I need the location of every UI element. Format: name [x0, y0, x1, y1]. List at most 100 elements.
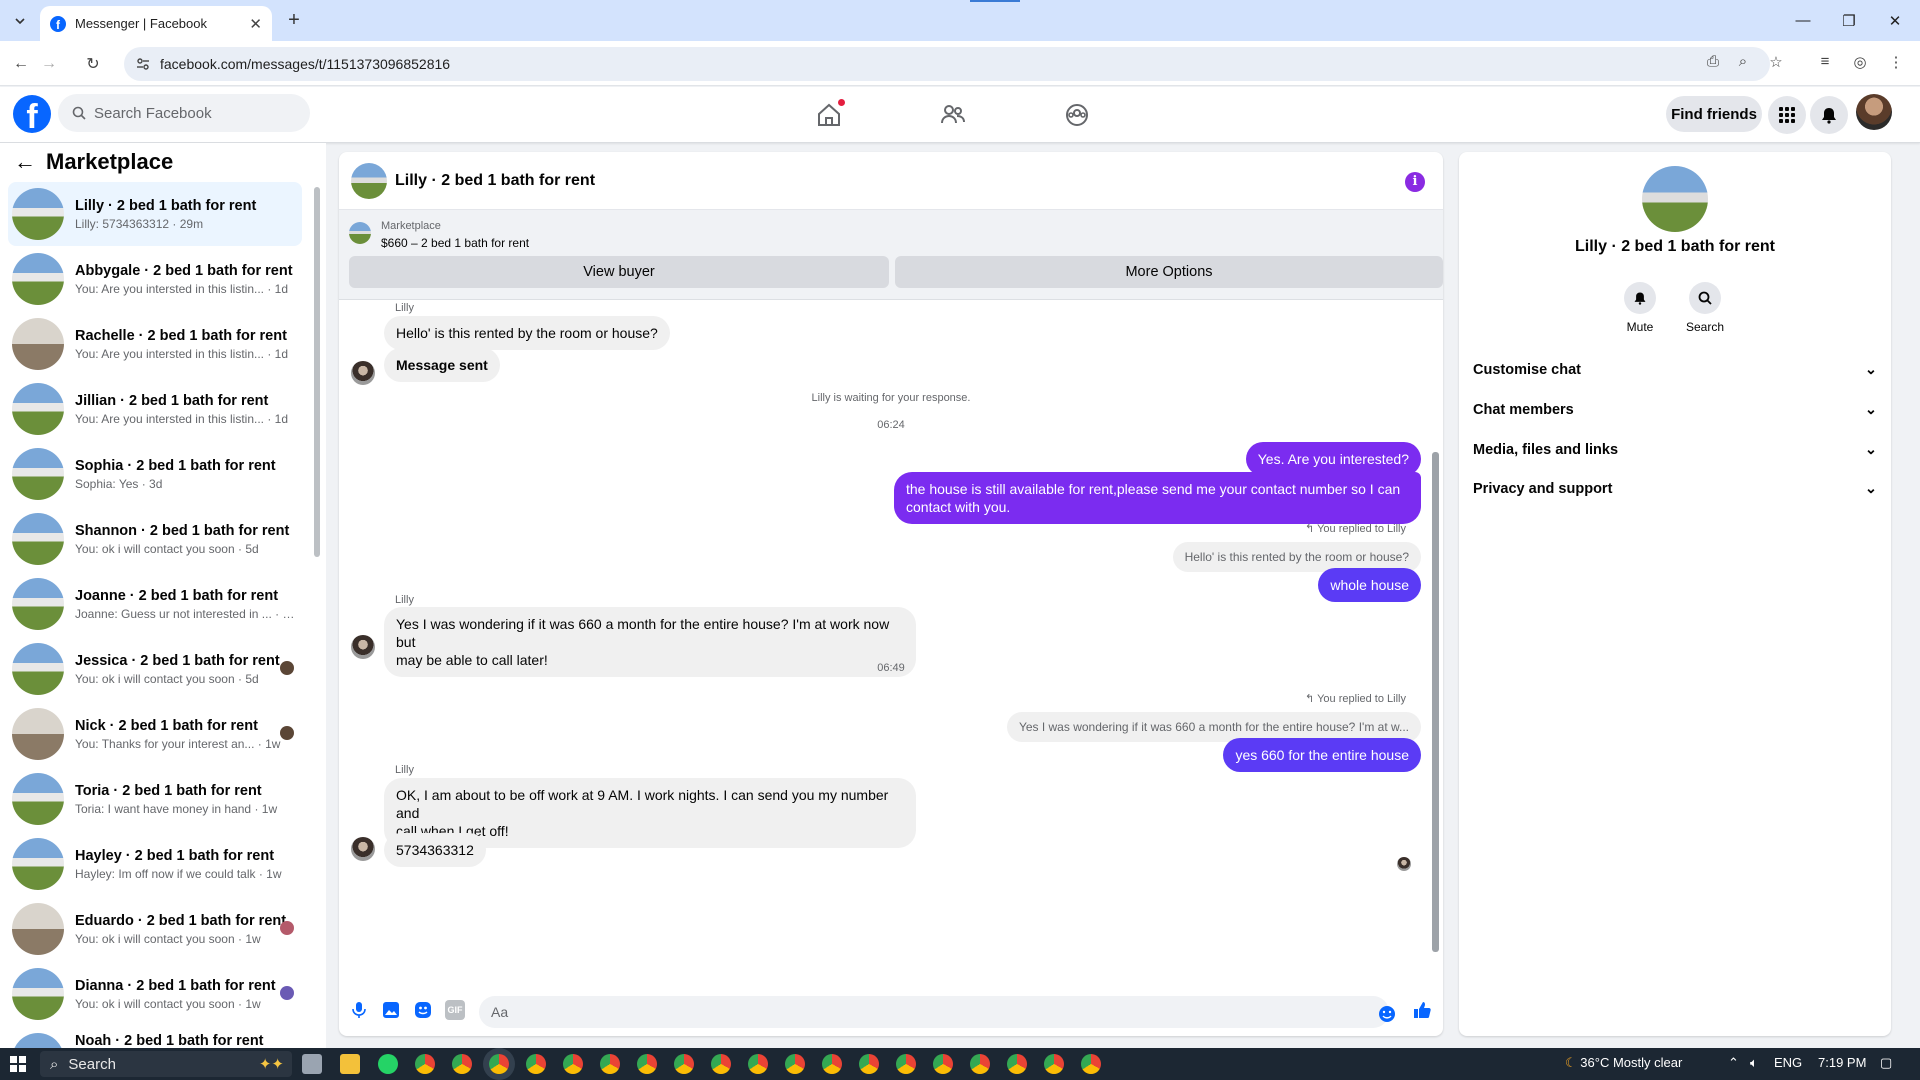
chat-scrollbar[interactable] — [1432, 452, 1439, 952]
info-icon[interactable]: i — [1405, 172, 1425, 192]
bookmark-star-icon[interactable]: ☆ — [1766, 53, 1786, 73]
privacy-support-row[interactable]: Privacy and support ⌄ — [1473, 471, 1877, 507]
restore-icon[interactable]: ❐ — [1826, 0, 1872, 41]
task-view-icon[interactable] — [302, 1054, 322, 1074]
chrome-icon[interactable] — [637, 1054, 657, 1074]
conversation-item[interactable]: Toria · 2 bed 1 bath for rent Toria: I wa… — [8, 767, 302, 831]
chrome-icon[interactable] — [452, 1054, 472, 1074]
zoom-icon[interactable]: ⌕ — [1733, 53, 1753, 73]
chat-title[interactable]: Lilly · 2 bed 1 bath for rent — [395, 172, 595, 190]
conversation-item[interactable]: Sophia · 2 bed 1 bath for rent Sophia: Ye… — [8, 442, 302, 506]
windows-start-icon[interactable] — [10, 1056, 26, 1077]
chrome-icon[interactable] — [711, 1054, 731, 1074]
groups-icon[interactable] — [1063, 101, 1091, 129]
weather-widget[interactable]: ☾ 36°C Mostly clear — [1565, 1055, 1682, 1071]
volume-icon[interactable]: 🔈︎ — [1750, 1055, 1758, 1071]
account-avatar[interactable] — [1856, 94, 1892, 130]
facebook-logo-icon[interactable]: f — [13, 95, 51, 133]
chrome-icon[interactable] — [526, 1054, 546, 1074]
facebook-search[interactable]: Search Facebook — [58, 94, 310, 132]
chrome-icon[interactable] — [822, 1054, 842, 1074]
site-settings-icon[interactable] — [136, 57, 150, 71]
conversation-item[interactable]: Nick · 2 bed 1 bath for rent You: Thanks … — [8, 702, 302, 766]
conversation-item[interactable]: Eduardo · 2 bed 1 bath for rent You: ok i… — [8, 897, 302, 961]
close-tab-icon[interactable]: ✕ — [249, 15, 262, 33]
chrome-icon[interactable] — [600, 1054, 620, 1074]
chrome-icon[interactable] — [415, 1054, 435, 1074]
conversation-item[interactable]: Noah · 2 bed 1 bath for rent — [8, 1027, 302, 1048]
outgoing-message[interactable]: the house is still available for rent,pl… — [894, 472, 1421, 524]
chrome-icon[interactable] — [970, 1054, 990, 1074]
more-options-button[interactable]: More Options — [895, 256, 1443, 288]
chrome-icon[interactable] — [748, 1054, 768, 1074]
language-indicator[interactable]: ENG — [1774, 1055, 1802, 1070]
incoming-message[interactable]: Message sent — [384, 348, 500, 382]
friends-icon[interactable] — [939, 101, 967, 129]
media-controls-icon[interactable]: ≡ — [1815, 53, 1835, 73]
menu-grid-icon[interactable] — [1768, 96, 1806, 134]
close-window-icon[interactable]: ✕ — [1872, 0, 1918, 41]
profile-icon[interactable]: ◎ — [1850, 53, 1870, 73]
notification-center-icon[interactable]: ▢ — [1880, 1055, 1892, 1071]
conversation-item[interactable]: Hayley · 2 bed 1 bath for rent Hayley: Im… — [8, 832, 302, 896]
message-input[interactable]: Aa — [479, 996, 1389, 1028]
back-icon[interactable]: ← — [8, 51, 34, 77]
address-bar[interactable]: facebook.com/messages/t/1151373096852816 — [124, 47, 1770, 81]
lilly-avatar[interactable] — [351, 361, 375, 385]
reload-icon[interactable]: ↻ — [80, 51, 106, 77]
new-tab-button[interactable]: + — [282, 9, 306, 32]
conversation-item[interactable]: Dianna · 2 bed 1 bath for rent You: ok i … — [8, 962, 302, 1026]
mute-button[interactable]: Mute — [1610, 282, 1670, 334]
outgoing-message[interactable]: whole house — [1318, 568, 1421, 602]
incoming-message[interactable]: Hello' is this rented by the room or hou… — [384, 316, 670, 350]
install-app-icon[interactable]: ⎙ — [1703, 53, 1723, 73]
conversation-item[interactable]: Rachelle · 2 bed 1 bath for rent You: Are… — [8, 312, 302, 376]
chrome-icon[interactable] — [785, 1054, 805, 1074]
conversation-item[interactable]: Jillian · 2 bed 1 bath for rent You: Are … — [8, 377, 302, 441]
conversation-item[interactable]: Joanne · 2 bed 1 bath for rent Joanne: Gu… — [8, 572, 302, 636]
incoming-message[interactable]: 5734363312 — [384, 833, 486, 867]
file-explorer-icon[interactable] — [340, 1054, 360, 1074]
media-files-links-row[interactable]: Media, files and links ⌄ — [1473, 432, 1877, 468]
search-conversation-button[interactable]: Search — [1675, 282, 1735, 334]
home-icon[interactable] — [815, 99, 845, 129]
lilly-avatar[interactable] — [351, 837, 375, 861]
browser-menu-icon[interactable]: ⋮ — [1886, 53, 1906, 73]
chat-listing-avatar[interactable] — [351, 162, 387, 199]
chrome-icon[interactable] — [933, 1054, 953, 1074]
lilly-avatar[interactable] — [351, 635, 375, 659]
back-arrow-icon[interactable]: ← — [14, 149, 36, 175]
minimize-icon[interactable]: — — [1780, 0, 1826, 41]
chrome-icon[interactable] — [1007, 1054, 1027, 1074]
whatsapp-icon[interactable] — [378, 1054, 398, 1074]
chrome-icon[interactable] — [563, 1054, 583, 1074]
conversation-item[interactable]: Lilly · 2 bed 1 bath for rent Lilly: 5734… — [8, 182, 302, 246]
chrome-icon[interactable] — [674, 1054, 694, 1074]
taskbar-search[interactable]: ⌕ Search ✦✦ — [40, 1051, 292, 1077]
customise-chat-row[interactable]: Customise chat ⌄ — [1473, 352, 1877, 388]
photo-icon[interactable] — [381, 1000, 401, 1020]
emoji-icon[interactable] — [1377, 1004, 1397, 1024]
chrome-icon[interactable] — [1081, 1054, 1101, 1074]
conversation-item[interactable]: Abbygale · 2 bed 1 bath for rent You: Are… — [8, 247, 302, 311]
outgoing-message[interactable]: Yes. Are you interested? — [1245, 442, 1421, 476]
thumbs-up-icon[interactable] — [1412, 1000, 1432, 1020]
notifications-bell-icon[interactable] — [1810, 96, 1848, 134]
details-listing-avatar[interactable] — [1642, 166, 1708, 232]
find-friends-button[interactable]: Find friends — [1666, 96, 1762, 132]
view-buyer-button[interactable]: View buyer — [349, 256, 889, 288]
chrome-icon[interactable] — [896, 1054, 916, 1074]
chrome-icon[interactable] — [489, 1054, 509, 1074]
chrome-icon[interactable] — [859, 1054, 879, 1074]
conversation-item[interactable]: Shannon · 2 bed 1 bath for rent You: ok i… — [8, 507, 302, 571]
listing-price-title[interactable]: $660 – 2 bed 1 bath for rent — [381, 236, 529, 250]
clock[interactable]: 7:19 PM — [1818, 1055, 1866, 1070]
tab-search-icon[interactable] — [8, 10, 32, 32]
chat-members-row[interactable]: Chat members ⌄ — [1473, 392, 1877, 428]
conversation-item[interactable]: Jessica · 2 bed 1 bath for rent You: ok i… — [8, 637, 302, 701]
tray-chevron-icon[interactable]: ⌃ — [1728, 1055, 1739, 1071]
microphone-icon[interactable] — [349, 1000, 369, 1020]
outgoing-message[interactable]: yes 660 for the entire house — [1223, 738, 1421, 772]
browser-tab-messenger[interactable]: f Messenger | Facebook ✕ — [40, 6, 272, 41]
forward-icon[interactable]: → — [36, 51, 62, 77]
